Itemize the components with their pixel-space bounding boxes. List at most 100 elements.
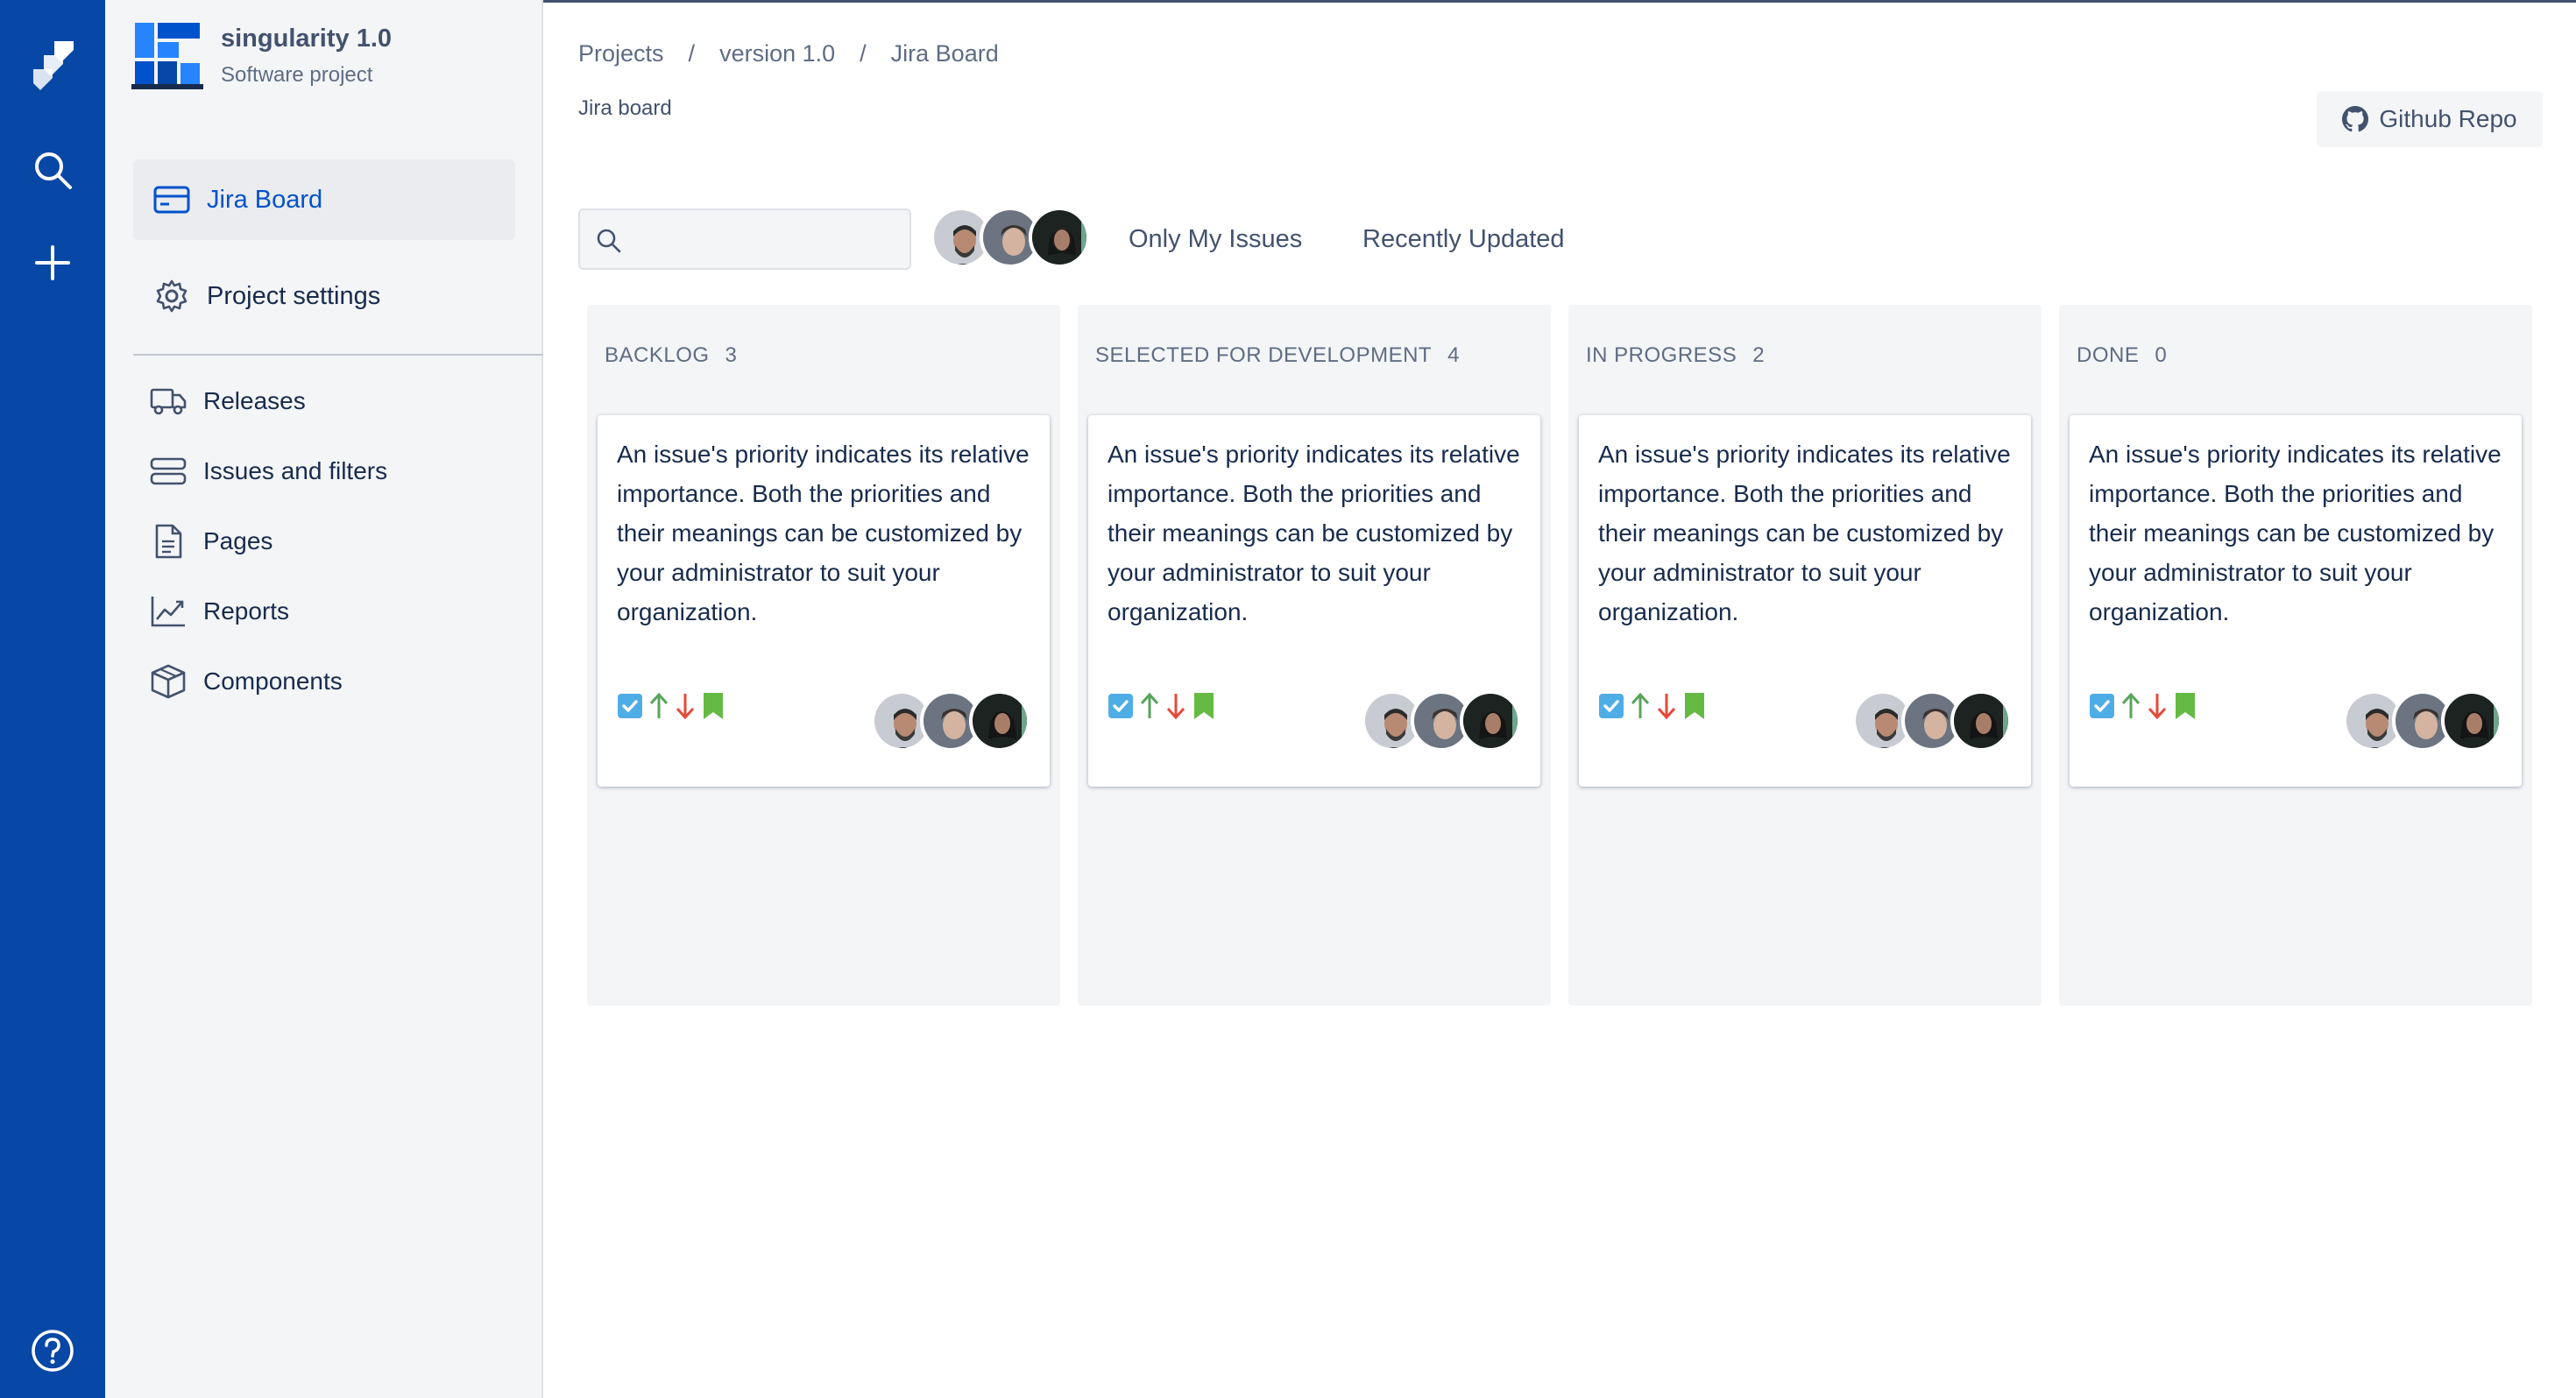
sidebar-item-label: Pages: [203, 527, 273, 554]
issue-summary: An issue's priority indicates its relati…: [617, 441, 1030, 625]
column-title: IN PROGRESS: [1586, 343, 1737, 367]
arrow-down-icon: [1657, 694, 1676, 720]
filter-avatars: [931, 205, 1090, 272]
issue-card[interactable]: An issue's priority indicates its relati…: [1088, 415, 1540, 787]
box-icon: [149, 662, 188, 701]
search-input[interactable]: [633, 219, 895, 259]
column-header: IN PROGRESS 2: [1586, 343, 1765, 368]
board-icon: [152, 180, 191, 219]
help-icon[interactable]: [0, 1323, 105, 1379]
github-repo-label: Github Repo: [2379, 105, 2517, 132]
breadcrumb-item-version[interactable]: version 1.0: [719, 40, 835, 67]
issue-card[interactable]: An issue's priority indicates its relati…: [2070, 415, 2522, 787]
card-assignees: [1852, 690, 2012, 753]
breadcrumb-item-projects[interactable]: Projects: [578, 40, 664, 67]
page-title: Jira board: [578, 96, 672, 120]
sidebar-item-issues-and-filters[interactable]: Issues and filters: [133, 436, 515, 506]
column-count: 4: [1447, 343, 1460, 367]
project-name: singularity 1.0: [221, 25, 393, 53]
issue-summary: An issue's priority indicates its relati…: [1108, 441, 1520, 625]
sidebar-item-jira-board[interactable]: Jira Board: [133, 159, 515, 240]
arrow-down-icon: [676, 694, 695, 720]
column-count: 0: [2155, 343, 2168, 367]
bookmark-icon: [2176, 693, 2195, 719]
gear-icon: [152, 277, 191, 315]
card-assignees: [871, 690, 1030, 753]
task-checkbox-icon: [1599, 694, 1624, 718]
project-type: Software project: [221, 63, 373, 87]
page-icon: [149, 522, 188, 561]
github-repo-button[interactable]: Github Repo: [2317, 91, 2543, 147]
sidebar-item-components[interactable]: Components: [133, 646, 515, 717]
issue-meta: [617, 692, 725, 720]
global-navbar: [0, 0, 105, 1398]
github-icon: [2342, 106, 2369, 132]
project-avatar: [131, 21, 203, 91]
arrow-up-icon: [649, 692, 669, 718]
plus-icon[interactable]: [0, 235, 105, 291]
issue-meta: [1598, 692, 1707, 720]
only-my-issues-button[interactable]: Only My Issues: [1129, 217, 1302, 261]
arrow-up-icon: [1631, 692, 1650, 718]
avatar: [969, 690, 1030, 752]
column-title: BACKLOG: [605, 343, 710, 367]
avatar: [1950, 690, 2012, 752]
board-column-in-progress: IN PROGRESS 2 An issue's priority indicat…: [1568, 305, 2042, 1006]
breadcrumb-separator: /: [860, 40, 867, 67]
issue-meta: [2089, 692, 2197, 720]
avatar: [1460, 690, 1521, 752]
sidebar-item-project-settings[interactable]: Project settings: [133, 256, 515, 336]
column-header: BACKLOG 3: [605, 343, 737, 368]
truck-icon: [149, 382, 188, 420]
avatar: [2441, 690, 2502, 752]
task-checkbox-icon: [618, 694, 642, 718]
sidebar-item-label: Releases: [203, 387, 306, 414]
column-title: SELECTED FOR DEVELOPMENT: [1095, 343, 1433, 367]
column-count: 2: [1752, 343, 1766, 367]
board-column-done: DONE 0 An issue's priority indicates its …: [2059, 305, 2532, 1006]
project-sidebar: singularity 1.0 Software project Jira Bo…: [105, 0, 543, 1398]
issue-card[interactable]: An issue's priority indicates its relati…: [598, 415, 1050, 787]
card-assignees: [1362, 690, 1521, 753]
sidebar-item-label: Components: [203, 667, 343, 695]
arrow-down-icon: [2148, 694, 2167, 720]
search-icon[interactable]: [0, 142, 105, 198]
issue-summary: An issue's priority indicates its relati…: [2089, 441, 2502, 625]
column-header: SELECTED FOR DEVELOPMENT 4: [1095, 343, 1460, 368]
sidebar-item-label: Reports: [203, 597, 290, 625]
sidebar-item-reports[interactable]: Reports: [133, 576, 515, 646]
card-assignees: [2343, 690, 2502, 753]
arrow-down-icon: [1166, 694, 1185, 720]
column-header: DONE 0: [2077, 343, 2167, 368]
breadcrumb-item-board[interactable]: Jira Board: [891, 40, 999, 67]
bookmark-icon: [1685, 693, 1704, 719]
sidebar-item-label: Issues and filters: [203, 457, 388, 484]
sidebar-item-pages[interactable]: Pages: [133, 506, 515, 576]
breadcrumb: Projects / version 1.0 / Jira Board: [578, 40, 999, 67]
bookmark-icon: [704, 693, 723, 719]
breadcrumb-separator: /: [688, 40, 696, 67]
bookmark-icon: [1194, 693, 1214, 719]
issue-meta: [1108, 692, 1216, 720]
issue-card[interactable]: An issue's priority indicates its relati…: [1579, 415, 2031, 787]
arrow-up-icon: [1140, 692, 1159, 718]
sidebar-divider: [133, 354, 543, 356]
column-count: 3: [725, 343, 738, 367]
filter-icon: [149, 452, 188, 491]
issue-summary: An issue's priority indicates its relati…: [1598, 441, 2011, 625]
sidebar-item-label: Project settings: [207, 281, 381, 310]
task-checkbox-icon: [1108, 694, 1133, 718]
sidebar-item-releases[interactable]: Releases: [133, 366, 515, 436]
recently-updated-button[interactable]: Recently Updated: [1362, 217, 1565, 261]
board-column-selected-for-development: SELECTED FOR DEVELOPMENT 4 An issue's pri…: [1078, 305, 1551, 1006]
task-checkbox-icon: [2090, 694, 2114, 718]
column-title: DONE: [2077, 343, 2140, 367]
board-column-backlog: BACKLOG 3 An issue's priority indicates i…: [587, 305, 1060, 1006]
jira-logo-icon[interactable]: [0, 35, 105, 96]
avatar[interactable]: [1029, 207, 1090, 268]
board-search: [578, 208, 911, 270]
arrow-up-icon: [2121, 692, 2141, 718]
search-icon: [597, 229, 621, 253]
sidebar-item-label: Jira Board: [207, 185, 323, 214]
chart-icon: [149, 592, 188, 631]
